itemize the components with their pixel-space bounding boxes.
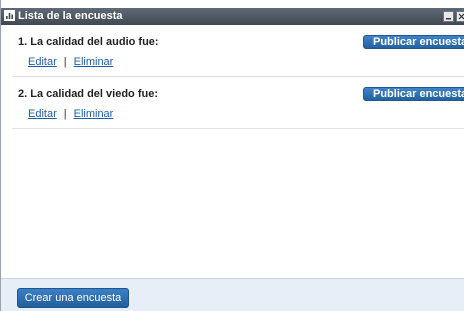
bar-chart-icon (4, 10, 15, 21)
delete-link[interactable]: Eliminar (74, 56, 114, 68)
close-icon[interactable] (456, 11, 464, 22)
create-survey-button[interactable]: Crear una encuesta (17, 288, 129, 308)
edit-link[interactable]: Editar (28, 56, 57, 68)
edit-link[interactable]: Editar (28, 108, 57, 120)
footer-bar: Crear una encuesta (1, 278, 464, 311)
minimize-icon[interactable] (443, 11, 454, 22)
survey-question-row: 1. La calidad del audio fue: Editar | Elim… (12, 26, 464, 77)
survey-list-window: Lista de la encuesta 1. La calidad del a… (0, 0, 464, 311)
delete-link[interactable]: Eliminar (74, 108, 114, 120)
window-title: Lista de la encuesta (18, 10, 123, 22)
action-separator: | (63, 108, 67, 120)
publish-survey-button[interactable]: Publicar encuesta (363, 87, 464, 101)
question-text: 1. La calidad del audio fue: (18, 36, 159, 48)
question-text: 2. La calidad del viedo fue: (18, 88, 158, 100)
question-actions: Editar | Eliminar (28, 108, 113, 120)
window-titlebar[interactable]: Lista de la encuesta (1, 8, 464, 25)
publish-survey-button[interactable]: Publicar encuesta (363, 35, 464, 49)
action-separator: | (63, 56, 67, 68)
question-actions: Editar | Eliminar (28, 56, 113, 68)
survey-question-row: 2. La calidad del viedo fue: Editar | Elim… (12, 78, 464, 129)
